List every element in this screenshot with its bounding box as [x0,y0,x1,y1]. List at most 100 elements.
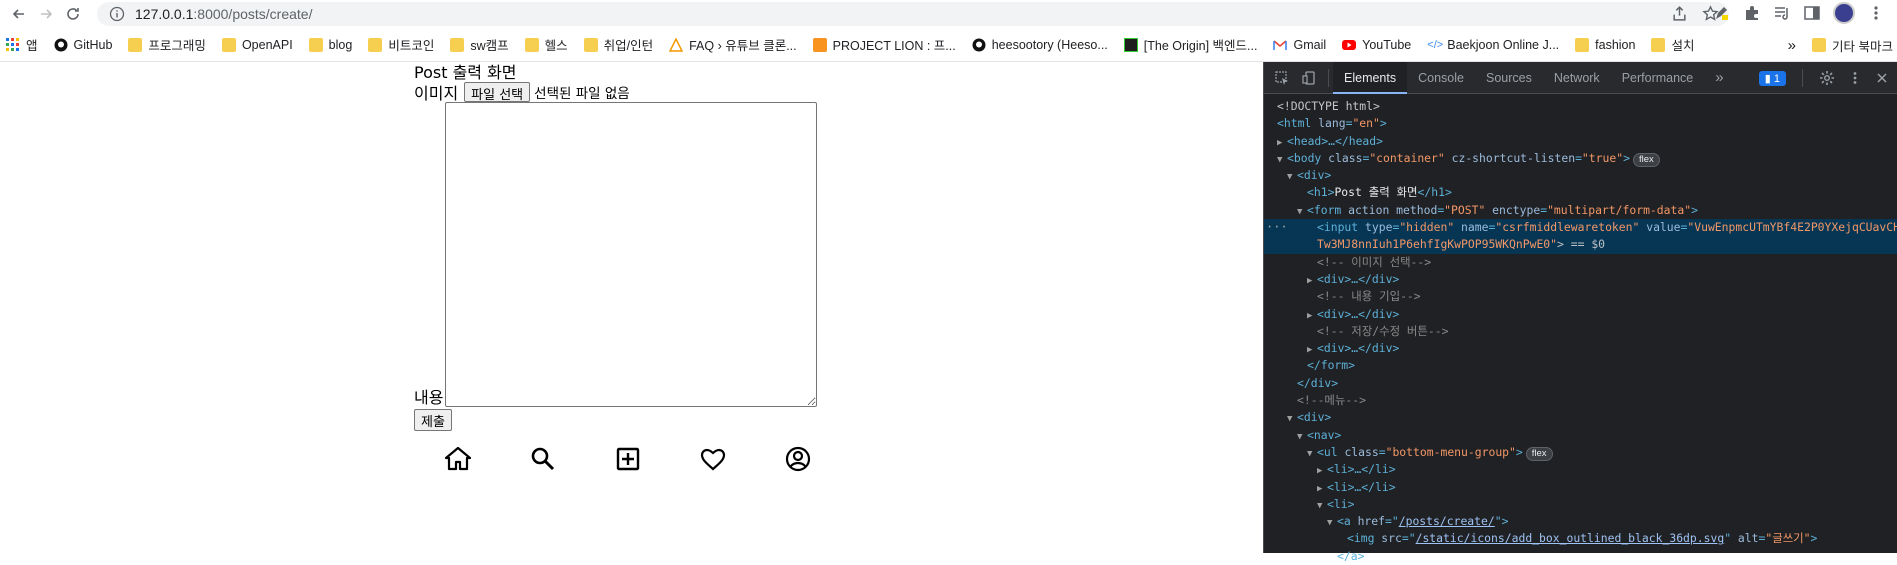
bookmark-item[interactable]: GitHub [54,37,113,52]
inspect-element-icon[interactable] [1268,62,1296,94]
dom-node-input-cont[interactable]: Tw3MJ8nnIuh1P6ehfIgKwPOP95WKQnPwE0"> == … [1264,236,1897,254]
devtools-tab-sources[interactable]: Sources [1475,62,1543,94]
dom-node-comment-image[interactable]: <!-- 이미지 선택--> [1264,254,1897,271]
likes-link[interactable] [695,441,731,477]
extensions-puzzle-icon[interactable] [1743,4,1761,22]
dom-node-form[interactable]: ▼ <form action method="POST" enctype="mul… [1264,202,1897,219]
dom-node-nav[interactable]: ▼ <nav> [1264,427,1897,444]
search-icon [531,447,555,471]
dom-node-form-close[interactable]: </form> [1264,357,1897,374]
create-link[interactable] [610,441,646,477]
div-close: </div> [1297,375,1339,390]
other-bookmarks-folder[interactable]: 기타 북마크 [1812,36,1893,55]
dom-node-div-close[interactable]: </div> [1264,375,1897,392]
comment-image: <!-- 이미지 선택--> [1317,254,1432,269]
dom-node-html[interactable]: <html lang="en"> [1264,115,1897,132]
bookmark-item[interactable]: 헬스 [524,35,568,54]
submit-button[interactable]: 제출 [414,409,452,431]
html-val: "en" [1352,116,1380,131]
profile-avatar[interactable] [1833,2,1855,24]
bookmark-item[interactable]: 설치 [1651,35,1694,54]
dom-node-comment-menu[interactable]: <!--메뉴--> [1264,392,1897,409]
bookmark-item[interactable]: blog [308,37,352,52]
forward-button[interactable] [35,3,57,25]
media-control-icon[interactable] [1773,4,1791,22]
reload-button[interactable] [62,3,84,25]
folder-icon [1812,38,1827,52]
profile-link[interactable] [780,441,816,477]
devtools-kebab-icon[interactable] [1847,70,1863,86]
dom-node-div-save[interactable]: ▶ <div>…</div> [1264,340,1897,357]
content-textarea[interactable] [445,102,818,407]
bookmark-item[interactable]: fashion [1575,37,1635,52]
dom-node-body[interactable]: ▼ <body class="container" cz-shortcut-lis… [1264,150,1897,167]
dom-node-h1[interactable]: <h1>Post 출력 화면</h1> [1264,184,1897,201]
folder-icon [583,37,604,52]
dom-node-div-menu[interactable]: ▼ <div> [1264,409,1897,426]
img-src-link[interactable]: /static/icons/add_box_outlined_black_36d… [1416,531,1725,545]
dom-node-input-selected[interactable]: ··· <input type="hidden" name="csrfmiddle… [1264,219,1897,237]
share-icon[interactable] [1671,5,1688,22]
dom-node-comment-content[interactable]: <!-- 내용 기입--> [1264,288,1897,305]
more-bookmarks-button[interactable]: » [1788,37,1796,54]
bookmark-item[interactable]: </> Baekjoon Online J... [1427,38,1559,52]
kebab-menu-icon[interactable] [1867,4,1885,22]
bookmark-item[interactable]: [The Origin] 백엔드... [1123,35,1258,54]
dom-node-div-image[interactable]: ▶ <div>…</div> [1264,271,1897,288]
input-val3b: Tw3MJ8nnIuh1P6ehfIgKwPOP95WKQnPwE0" [1317,237,1558,252]
flex-badge-ul[interactable]: flex [1525,446,1553,461]
body-attr2: cz-shortcut-listen [1444,150,1576,165]
bookmark-label: heesootory (Heeso... [991,37,1108,52]
settings-gear-icon[interactable] [1819,70,1835,86]
file-select-button[interactable]: 파일 선택 [464,82,531,103]
search-link[interactable] [525,441,561,477]
dom-node-li-2[interactable]: ▶ <li>…</li> [1264,479,1897,496]
address-bar[interactable]: 127.0.0.1:8000/posts/create/ [97,2,1729,26]
device-toolbar-icon[interactable] [1296,62,1324,94]
dom-node-ul[interactable]: ▼ <ul class="bottom-menu-group"> flex [1264,444,1897,461]
a-href-link[interactable]: /posts/create/ [1399,514,1495,528]
devtools-panel: Elements Console Sources Network Performance… [1263,61,1897,563]
side-panel-icon[interactable] [1803,4,1821,22]
dom-node-doctype[interactable]: <!DOCTYPE html> [1264,98,1897,115]
home-link[interactable] [440,441,476,477]
bookmark-item[interactable]: 프로그래밍 [128,35,206,54]
devtools-tab-performance[interactable]: Performance [1611,62,1705,94]
flex-badge[interactable]: flex [1632,152,1660,167]
dom-node-head[interactable]: ▶ <head>…</head> [1264,133,1897,150]
bookmark-item[interactable]: PROJECT LION : 프... [812,35,956,54]
devtools-tab-elements[interactable]: Elements [1333,61,1408,94]
warning-icon [669,37,689,52]
dom-node-li-1[interactable]: ▶ <li>…</li> [1264,461,1897,478]
devtools-tab-network[interactable]: Network [1543,62,1611,94]
more-tabs-button[interactable]: » [1704,62,1734,94]
issues-count: 1 [1773,72,1780,85]
bookmark-item[interactable]: YouTube [1342,38,1411,52]
dom-node-div-content[interactable]: ▶ <div>…</div> [1264,306,1897,323]
bookmark-label: [The Origin] 백엔드... [1143,39,1258,53]
dom-node-a-close[interactable]: </a> [1264,548,1897,565]
bookmark-item[interactable]: heesootory (Heeso... [972,38,1108,52]
bookmark-item[interactable]: 취업/인턴 [583,35,653,54]
dom-node-li-3[interactable]: ▼ <li> [1264,496,1897,513]
dom-node-div[interactable]: ▼ <div> [1264,167,1897,184]
issues-badge[interactable]: ▮ 1 [1758,70,1786,86]
dom-node-a[interactable]: ▼ <a href="/posts/create/"> [1264,513,1897,530]
bookmark-item[interactable]: 비트코인 [368,35,434,54]
bookmark-label: FAQ › 유튜브 클론... [689,39,797,53]
bookmark-item[interactable]: sw캠프 [450,35,509,54]
dom-node-img[interactable]: <img src="/static/icons/add_box_outlined… [1264,530,1897,547]
heart-icon [700,448,726,471]
dom-node-comment-save[interactable]: <!-- 저장/수정 버튼--> [1264,323,1897,340]
close-icon[interactable] [1875,71,1889,85]
extension-pen-icon[interactable] [1713,4,1731,22]
bookmark-label: 헬스 [544,39,568,53]
bookmark-label: GitHub [73,37,113,52]
back-button[interactable] [8,3,30,25]
bookmark-item[interactable]: 앱 [6,35,38,54]
bookmark-item[interactable]: Gmail [1273,38,1326,52]
bookmark-item[interactable]: OpenAPI [221,37,293,52]
form-val1: "POST" [1444,202,1486,217]
devtools-tab-console[interactable]: Console [1407,62,1475,94]
bookmark-item[interactable]: FAQ › 유튜브 클론... [669,35,797,54]
